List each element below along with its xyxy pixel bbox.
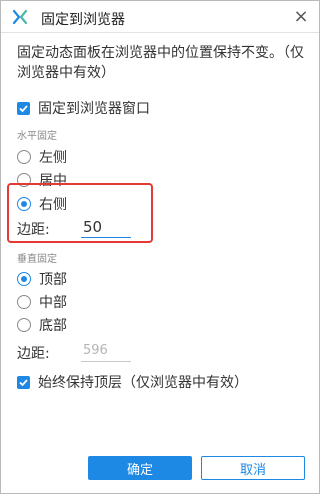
axure-x-icon [12, 9, 28, 25]
always-on-top-checkbox-row[interactable]: 始终保持顶层（仅浏览器中有效） [17, 372, 248, 392]
checkmark-icon [19, 378, 28, 386]
title-bar: 固定到浏览器 × [1, 1, 319, 33]
radio-bottom-label: 底部 [39, 318, 67, 334]
radio-left[interactable] [17, 150, 31, 164]
vertical-margin-label: 边距: [17, 346, 50, 362]
cancel-button[interactable]: 取消 [201, 456, 305, 480]
vertical-section-label: 垂直固定 [17, 254, 57, 265]
always-on-top-checkbox[interactable] [17, 375, 30, 389]
radio-top-row[interactable]: 顶部 [17, 269, 67, 289]
vertical-margin-input: 596 [81, 340, 131, 362]
pin-to-browser-checkbox[interactable] [17, 101, 30, 115]
checkmark-icon [19, 104, 28, 112]
radio-bottom[interactable] [17, 318, 31, 332]
pin-to-browser-checkbox-row[interactable]: 固定到浏览器窗口 [17, 98, 150, 118]
radio-middle-row[interactable]: 中部 [17, 292, 67, 312]
pin-to-browser-dialog: 固定到浏览器 × 固定动态面板在浏览器中的位置保持不变。（仅浏览器中有效） 固定… [0, 0, 320, 494]
radio-middle-label: 中部 [39, 295, 67, 311]
always-on-top-label: 始终保持顶层（仅浏览器中有效） [38, 375, 248, 391]
radio-middle[interactable] [17, 295, 31, 309]
description-text: 固定动态面板在浏览器中的位置保持不变。（仅浏览器中有效） [17, 45, 304, 81]
ok-button[interactable]: 确定 [88, 456, 192, 480]
horizontal-section-label: 水平固定 [17, 131, 57, 142]
close-icon[interactable]: × [291, 7, 311, 27]
dialog-title: 固定到浏览器 [41, 12, 125, 28]
radio-left-row[interactable]: 左侧 [17, 147, 67, 167]
pin-to-browser-label: 固定到浏览器窗口 [38, 101, 150, 117]
radio-bottom-row[interactable]: 底部 [17, 315, 67, 335]
highlight-annotation [7, 183, 153, 243]
radio-left-label: 左侧 [39, 150, 67, 166]
radio-top[interactable] [17, 272, 31, 286]
radio-top-label: 顶部 [39, 272, 67, 288]
